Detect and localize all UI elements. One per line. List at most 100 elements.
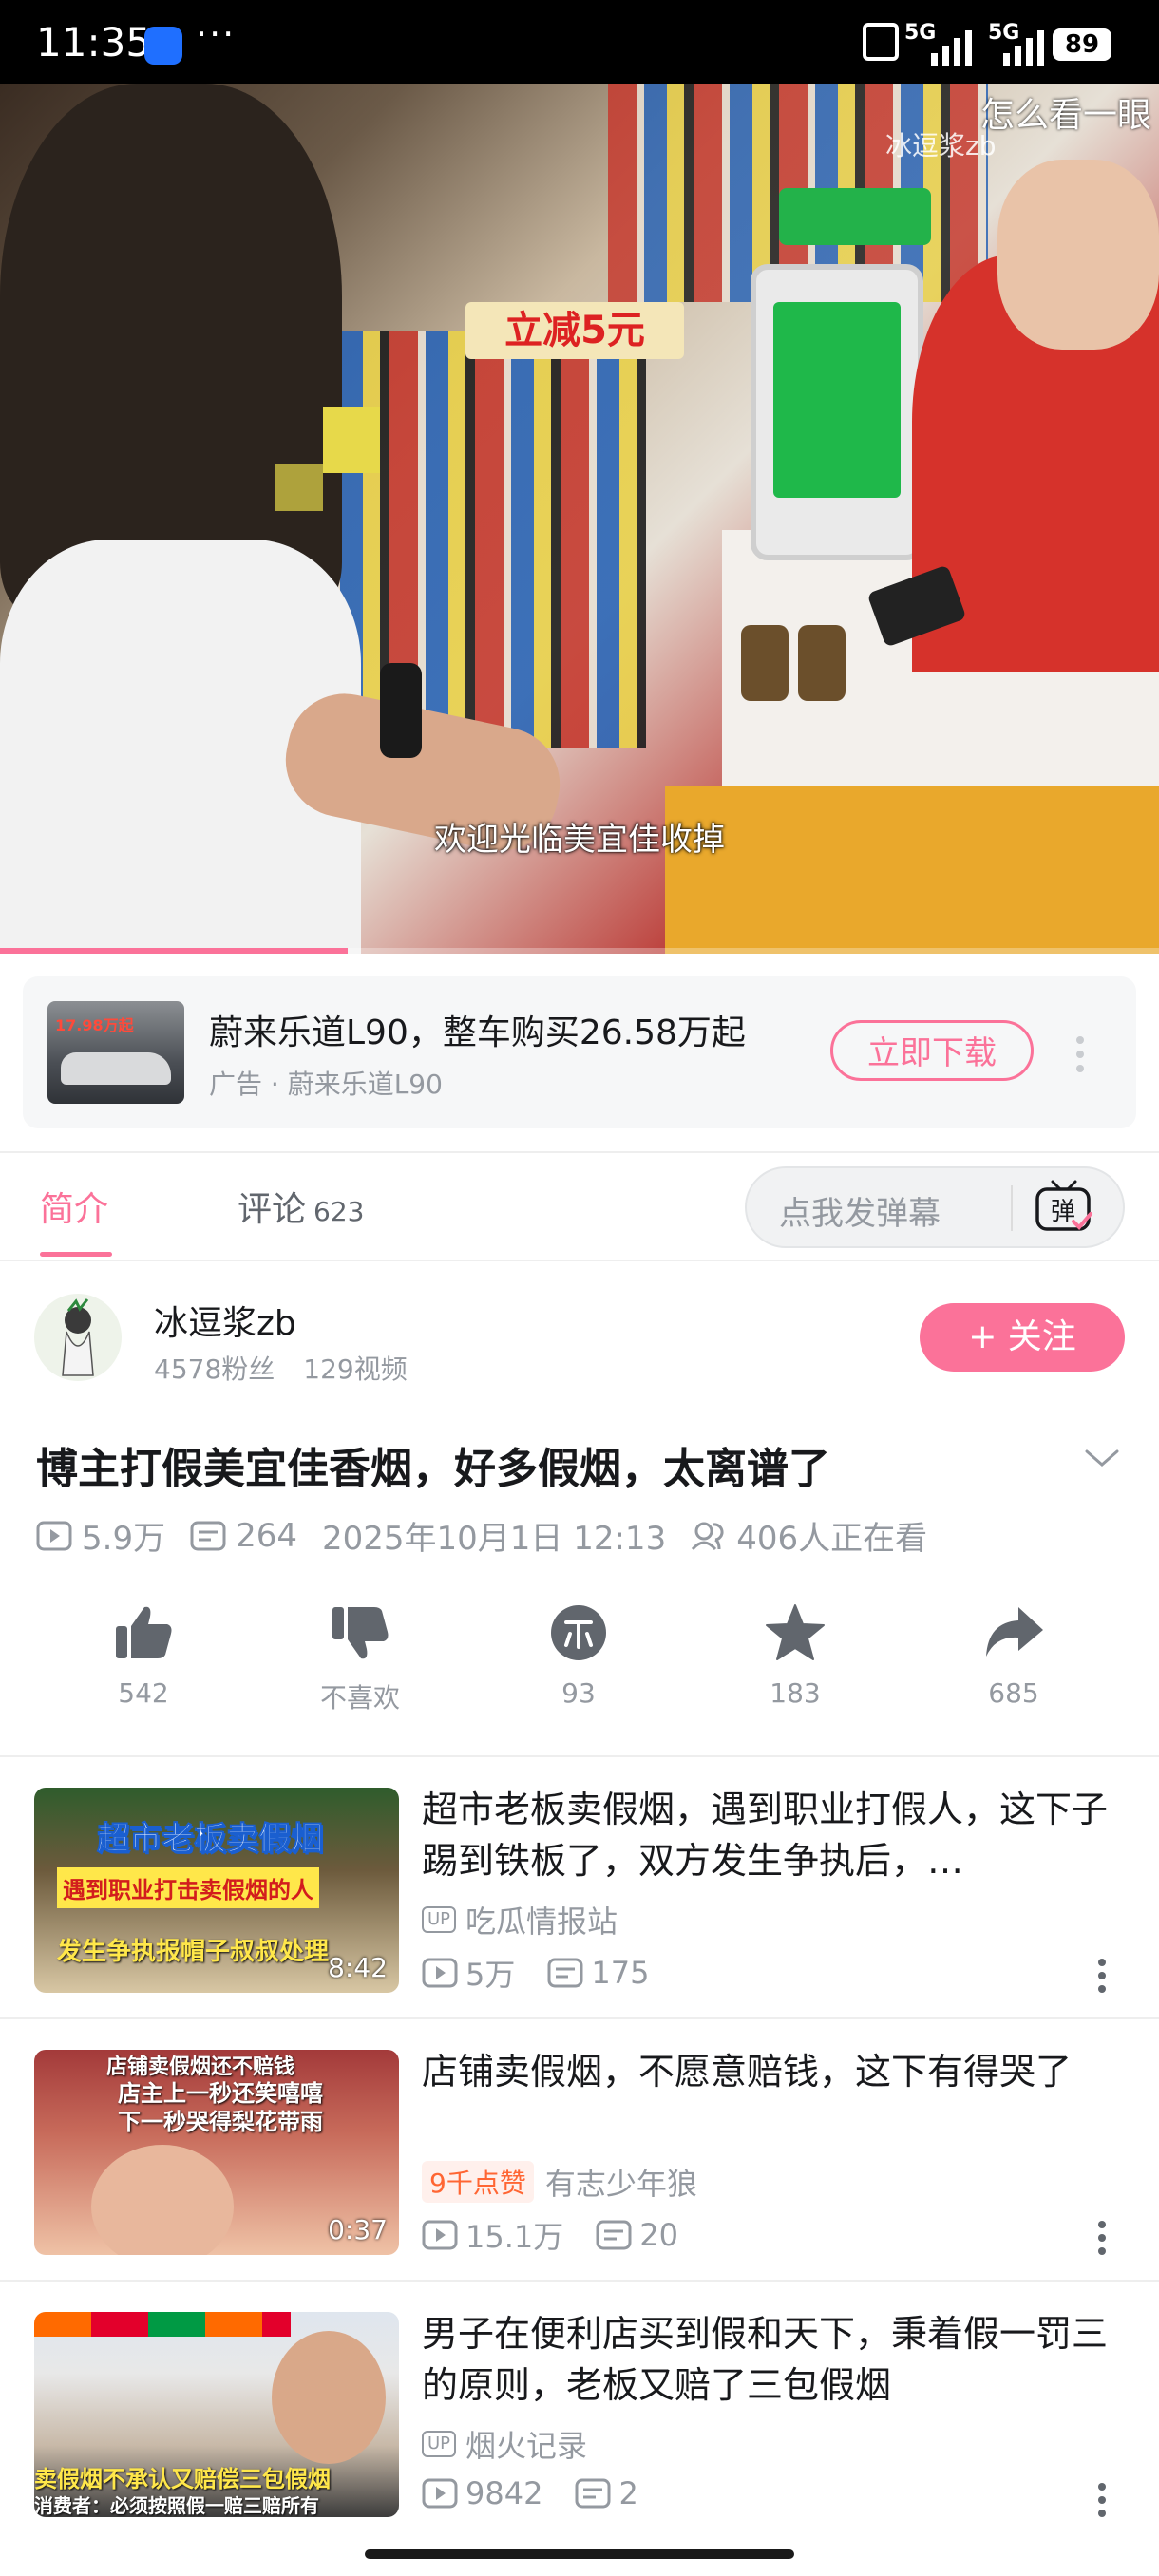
recommended-stats: 15.1万 20 <box>422 2213 678 2257</box>
up-badge: UP <box>422 1906 457 1933</box>
recommended-stats: 5万 175 <box>422 1951 649 1995</box>
dislike-label: 不喜欢 <box>319 1682 400 1714</box>
author-name: 烟火记录 <box>466 2428 588 2464</box>
like-button[interactable]: 542 <box>72 1603 215 1709</box>
view-count: 5.9万 <box>82 1520 166 1558</box>
dislike-icon <box>332 1607 389 1659</box>
snack-rack <box>665 786 1159 954</box>
play-count-icon <box>422 2220 458 2250</box>
cashier-face <box>998 160 1159 350</box>
uploader-stats: 4578粉丝 129视频 <box>154 1349 408 1387</box>
ad-card[interactable]: 17.98万起 蔚来乐道L90，整车购买26.58万起 广告 · 蔚来乐道L90… <box>23 976 1136 1128</box>
like-icon <box>116 1606 172 1658</box>
uploader-videos: 129视频 <box>303 1354 408 1385</box>
recommended-title: 店铺卖假烟，不愿意赔钱，这下有得哭了 <box>422 2051 1073 2093</box>
danmaku-count-icon <box>190 1521 226 1550</box>
recommended-video[interactable]: 店铺卖假烟还不赔钱 店主上一秒还笑嘻嘻 下一秒哭得梨花带雨 0:37 店铺卖假烟… <box>0 2019 1159 2282</box>
mosaic-blur <box>323 407 380 473</box>
recommended-video[interactable]: 超市老板卖假烟 遇到职业打击卖假烟的人 发生争执报帽子叔叔处理 8:42 超市老… <box>0 1757 1159 2019</box>
star-icon <box>766 1604 825 1660</box>
play-count-icon <box>422 2478 458 2509</box>
video-thumbnail: 超市老板卖假烟 遇到职业打击卖假烟的人 发生争执报帽子叔叔处理 8:42 <box>34 1788 399 1993</box>
sim-icon <box>863 23 899 61</box>
dislike-button[interactable]: 不喜欢 <box>289 1603 431 1715</box>
more-vertical-icon[interactable] <box>1092 2219 1112 2257</box>
tab-comments-count: 623 <box>314 1196 365 1227</box>
status-time: 11:35 <box>36 19 152 66</box>
chevron-down-icon[interactable] <box>1083 1448 1121 1470</box>
divider <box>1011 1185 1013 1231</box>
recommended-author: 9千点赞 有志少年狼 <box>422 2160 697 2204</box>
likes-tag: 9千点赞 <box>422 2161 534 2203</box>
more-vertical-icon[interactable] <box>1092 2481 1112 2519</box>
mosaic-blur-2 <box>276 464 323 511</box>
more-vertical-icon[interactable] <box>1092 1957 1112 1995</box>
danmaku-count-icon <box>547 1958 583 1988</box>
like-count: 542 <box>118 1677 169 1709</box>
danmaku-count-icon <box>575 2478 611 2509</box>
danmaku-count: 175 <box>591 1955 650 1991</box>
payment-terminal <box>750 264 923 560</box>
view-count: 9842 <box>466 2475 543 2511</box>
danmaku-count: 2 <box>618 2475 638 2511</box>
play-count-icon <box>36 1521 72 1550</box>
thumb-text: 发生争执报帽子叔叔处理 <box>57 1938 330 1966</box>
video-thumbnail: 卖假烟不承认又赔偿三包假烟 消费者：必须按照假一赔三赔所有 <box>34 2312 399 2517</box>
favorite-count: 183 <box>770 1677 821 1709</box>
wechat-pay-sign <box>779 188 931 245</box>
tab-comments[interactable]: 评论 623 <box>238 1182 364 1231</box>
ad-title: 蔚来乐道L90，整车购买26.58万起 <box>209 1013 746 1052</box>
play-count-icon <box>422 1958 458 1988</box>
share-icon <box>986 1607 1043 1657</box>
signal-icon <box>931 30 972 66</box>
thumb-text: 下一秒哭得梨花带雨 <box>118 2109 323 2135</box>
danmaku-count: 264 <box>236 1516 297 1555</box>
share-count: 685 <box>988 1677 1039 1709</box>
more-vertical-icon[interactable] <box>1075 1035 1085 1073</box>
ad-download-button[interactable]: 立即下载 <box>830 1020 1034 1081</box>
ad-thumb-price: 17.98万起 <box>55 1016 134 1034</box>
ad-subtitle: 广告 · 蔚来乐道L90 <box>209 1069 443 1100</box>
thumb-text: 遇到职业打击卖假烟的人 <box>57 1867 319 1908</box>
blurred-person-head <box>0 84 342 616</box>
video-player[interactable]: 立减5元 冰逗浆zb 欢迎光临美宜佳收掉 <box>0 84 1159 954</box>
video-duration: 0:37 <box>328 2214 388 2245</box>
video-duration: 8:42 <box>328 1952 388 1983</box>
video-meta: 5.9万 264 2025年10月1日 12:13 406人正在看 <box>36 1512 927 1559</box>
divider <box>0 1151 1159 1153</box>
recommended-title: 超市老板卖假烟，遇到职业打假人，这下子踢到铁板了，双方发生争执后，… <box>422 1789 1109 1882</box>
thumb-text: 消费者：必须按照假一赔三赔所有 <box>34 2494 319 2517</box>
wristband <box>380 663 422 758</box>
uploader-fans: 4578粉丝 <box>154 1354 276 1385</box>
tab-intro[interactable]: 简介 <box>40 1182 108 1231</box>
home-indicator[interactable] <box>365 2549 794 2559</box>
danmaku-input[interactable]: 点我发弹幕 弹 <box>745 1166 1125 1248</box>
more-notifications-icon: ··· <box>196 13 237 55</box>
follow-button[interactable]: + 关注 <box>920 1303 1125 1372</box>
recommended-stats: 9842 2 <box>422 2475 638 2511</box>
notification-app-icon <box>144 27 182 65</box>
favorite-button[interactable]: 183 <box>724 1603 866 1709</box>
jar-2 <box>798 625 846 701</box>
coin-count: 93 <box>561 1677 596 1709</box>
publish-date: 2025年10月1日 12:13 <box>321 1520 667 1558</box>
share-button[interactable]: 685 <box>942 1603 1085 1709</box>
thumb-face <box>272 2331 386 2464</box>
status-bar: 11:35 ··· 5G 5G 89 <box>0 0 1159 84</box>
recommended-title: 男子在便利店买到假和天下，秉着假一罚三的原则，老板又赔了三包假烟 <box>422 2313 1109 2406</box>
signal-icon-2 <box>1003 30 1044 66</box>
danmaku-toggle-icon[interactable]: 弹 <box>1032 1176 1096 1237</box>
coin-button[interactable]: 93 <box>507 1603 650 1709</box>
up-badge: UP <box>422 2431 457 2457</box>
danmaku-count-icon <box>596 2220 632 2250</box>
ad-thumbnail: 17.98万起 <box>48 1001 184 1104</box>
coin-icon <box>551 1605 606 1660</box>
video-subtitle: 欢迎光临美宜佳收掉 <box>434 821 725 859</box>
video-title: 博主打假美宜佳香烟，好多假烟，太离谱了 <box>36 1445 830 1493</box>
battery-icon: 89 <box>1053 28 1112 61</box>
recommended-video[interactable]: 卖假烟不承认又赔偿三包假烟 消费者：必须按照假一赔三赔所有 男子在便利店买到假和… <box>0 2282 1159 2544</box>
danmaku-count: 20 <box>639 2217 678 2253</box>
avatar[interactable] <box>34 1294 122 1381</box>
tab-active-indicator <box>40 1252 112 1257</box>
uploader-name[interactable]: 冰逗浆zb <box>154 1296 296 1345</box>
